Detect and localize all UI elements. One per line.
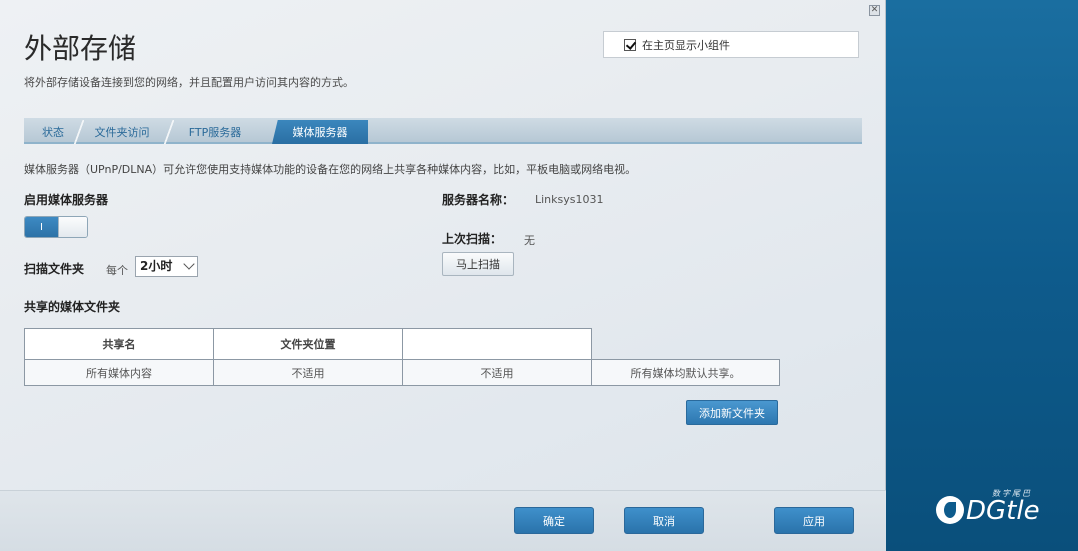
tab-media-server[interactable]: 媒体服务器 — [272, 120, 368, 144]
page-subtitle: 将外部存储设备连接到您的网络，并且配置用户访问其内容的方式。 — [24, 76, 354, 89]
tab-bar: 状态 文件夹访问 FTP服务器 媒体服务器 — [24, 118, 862, 144]
page-title: 外部存储 — [24, 32, 137, 65]
brand-logo: 数字尾巴 DGtle — [936, 489, 1076, 540]
tab-ftp-server[interactable]: FTP服务器 — [174, 120, 256, 144]
table-cell: 不适用 — [402, 359, 592, 386]
show-widget-label: 在主页显示小组件 — [642, 38, 730, 52]
last-scan-label: 上次扫描： — [442, 232, 503, 246]
add-folder-button[interactable]: 添加新文件夹 — [686, 400, 778, 425]
table-cell: 不适用 — [213, 359, 403, 386]
enable-media-server-toggle[interactable]: I — [24, 216, 88, 238]
table-row[interactable]: 所有媒体内容 不适用 不适用 所有媒体均默认共享。 — [24, 359, 780, 386]
dgtle-logo-icon — [936, 496, 964, 524]
scan-every-label: 每个 — [106, 264, 128, 277]
tab-folder-access[interactable]: 文件夹访问 — [84, 120, 160, 144]
apply-button[interactable]: 应用 — [774, 507, 854, 534]
show-widget-option[interactable]: 在主页显示小组件 — [603, 31, 859, 58]
toggle-knob — [58, 217, 87, 237]
tab-separator — [74, 120, 84, 144]
shared-media-folders-label: 共享的媒体文件夹 — [24, 300, 121, 314]
column-header-share-name: 共享名 — [24, 328, 214, 360]
footer-bar — [0, 491, 886, 551]
ok-button[interactable]: 确定 — [514, 507, 594, 534]
scan-interval-value: 2小时 — [140, 259, 173, 273]
close-icon[interactable]: ✕ — [869, 5, 880, 16]
tab-status[interactable]: 状态 — [30, 120, 76, 144]
media-server-description: 媒体服务器（UPnP/DLNA）可允许您使用支持媒体功能的设备在您的网络上共享各… — [24, 163, 637, 176]
table-cell: 所有媒体均默认共享。 — [591, 359, 780, 386]
tab-separator — [164, 120, 174, 144]
server-name-label: 服务器名称： — [442, 193, 515, 207]
scan-now-button[interactable]: 马上扫描 — [442, 252, 514, 276]
column-header-folder-location: 文件夹位置 — [213, 328, 403, 360]
table-header-row: 共享名 文件夹位置 — [24, 328, 780, 360]
shared-folders-table: 共享名 文件夹位置 所有媒体内容 不适用 不适用 所有媒体均默认共享。 — [24, 328, 780, 386]
external-storage-dialog: ✕ 外部存储 将外部存储设备连接到您的网络，并且配置用户访问其内容的方式。 在主… — [0, 0, 886, 551]
toggle-on-indicator: I — [25, 217, 58, 237]
cancel-button[interactable]: 取消 — [624, 507, 704, 534]
last-scan-value: 无 — [524, 234, 535, 247]
enable-media-server-label: 启用媒体服务器 — [24, 193, 109, 207]
table-cell: 所有媒体内容 — [24, 359, 214, 386]
brand-name: DGtle — [966, 496, 1040, 526]
show-widget-checkbox[interactable] — [624, 38, 636, 51]
chevron-down-icon — [183, 258, 195, 270]
column-header-blank — [591, 328, 780, 360]
side-background — [886, 0, 1078, 551]
column-header-extra — [402, 328, 592, 360]
scan-interval-select[interactable]: 2小时 — [135, 256, 198, 277]
server-name-value: Linksys1031 — [535, 193, 604, 206]
scan-folder-label: 扫描文件夹 — [24, 262, 85, 276]
